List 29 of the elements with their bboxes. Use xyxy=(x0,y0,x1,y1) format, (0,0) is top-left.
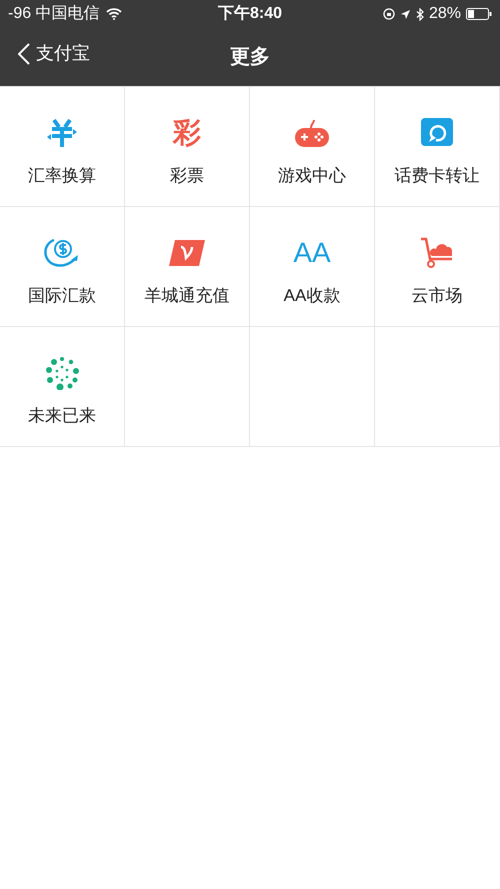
dot-burst-icon xyxy=(45,356,79,390)
wifi-icon xyxy=(106,8,122,20)
glyph-icon: 彩 xyxy=(173,119,201,147)
clock-time: 下午8:40 xyxy=(218,4,282,24)
grid-item[interactable]: 羊城通充值 xyxy=(125,206,250,326)
page-title: 更多 xyxy=(230,45,270,70)
grid-item[interactable]: AA AA收款 xyxy=(250,206,375,326)
grid-item[interactable]: 话费卡转让 xyxy=(375,86,500,206)
yen-exchange-icon xyxy=(46,117,78,149)
letters-icon: AA xyxy=(293,239,331,267)
refresh-card-icon xyxy=(421,118,453,148)
grid-item[interactable]: 云市场 xyxy=(375,206,500,326)
location-arrow-icon xyxy=(400,8,411,20)
rotation-lock-icon xyxy=(382,8,395,20)
grid-item[interactable]: 国际汇款 xyxy=(0,206,125,326)
bluetooth-icon xyxy=(416,8,424,20)
battery-icon xyxy=(466,8,492,20)
back-chevron-icon xyxy=(18,42,30,64)
back-button[interactable]: 支付宝 xyxy=(18,40,90,67)
v-card-icon xyxy=(169,239,205,267)
cart-cloud-icon xyxy=(420,237,454,269)
battery-percent: 28% xyxy=(428,4,461,24)
gamepad-icon xyxy=(294,117,330,149)
grid-item[interactable]: 游戏中心 xyxy=(250,86,375,206)
grid-item[interactable]: 汇率换算 xyxy=(0,86,125,206)
grid-item[interactable]: 彩 彩票 xyxy=(125,86,250,206)
grid-item[interactable]: 未来已来 xyxy=(0,326,125,446)
dollar-arrow-icon xyxy=(44,237,80,269)
carrier-name: -96 中国电信 xyxy=(8,4,100,24)
